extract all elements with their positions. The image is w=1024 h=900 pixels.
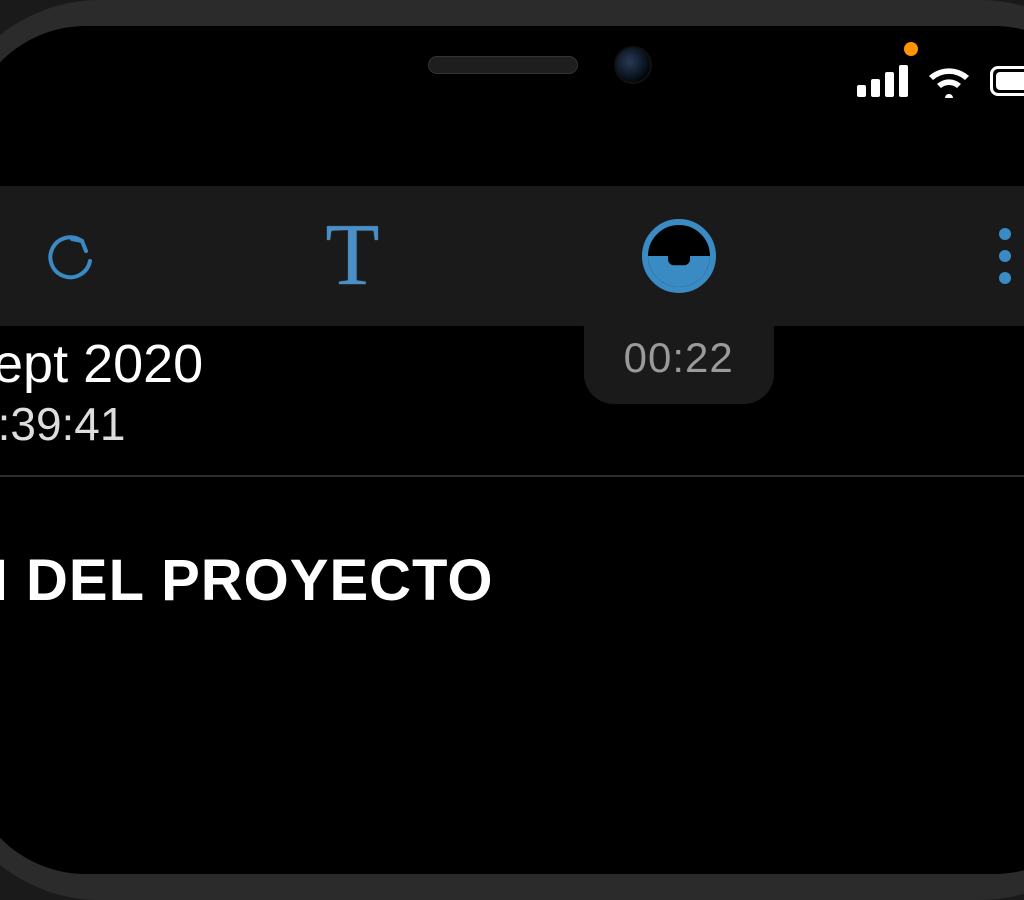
record-stop-icon [642, 219, 716, 293]
microphone-indicator-icon [904, 42, 918, 56]
front-camera [614, 46, 652, 84]
wifi-icon [926, 64, 972, 98]
app-toolbar: T 00:22 [0, 186, 1024, 326]
recording-control[interactable]: 00:22 [589, 186, 769, 326]
phone-screen: T 00:22 sept 2020 9:39:41 N DEL PROYECTO [0, 26, 1024, 874]
phone-frame: T 00:22 sept 2020 9:39:41 N DEL PROYECTO [0, 0, 1024, 900]
note-title[interactable]: N DEL PROYECTO [0, 547, 1024, 614]
note-metadata: sept 2020 9:39:41 [0, 336, 1024, 477]
note-date: sept 2020 [0, 336, 1024, 393]
cellular-signal-icon [857, 65, 908, 97]
status-bar [857, 64, 1024, 98]
note-content: sept 2020 9:39:41 N DEL PROYECTO [0, 336, 1024, 614]
battery-icon [990, 66, 1024, 96]
undo-button[interactable] [26, 216, 116, 296]
speaker-grille [428, 56, 578, 74]
note-time: 9:39:41 [0, 397, 1024, 451]
text-tool-button[interactable]: T [307, 216, 397, 296]
more-options-button[interactable] [960, 216, 1024, 296]
device-notch [280, 26, 800, 104]
